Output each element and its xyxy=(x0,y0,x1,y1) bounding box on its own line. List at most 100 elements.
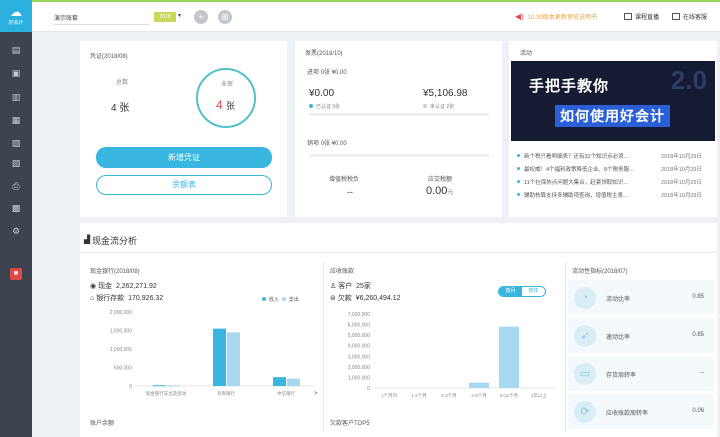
account-selector[interactable]: 演示账套 xyxy=(54,13,149,25)
owed-label: 欠款 xyxy=(337,295,352,302)
tax-burden-value: -- xyxy=(347,187,353,197)
bullet-icon xyxy=(517,193,520,196)
receivable-bar-chart[interactable]: 7,000,000 6,000,000 5,000,000 4,000,000 3,00… xyxy=(330,310,560,404)
report-icon[interactable]: ▧ xyxy=(10,137,22,149)
deposit-row: ⌂ 银行存款 170,926.32 xyxy=(90,293,163,303)
y-tick-label: 0 xyxy=(129,384,132,390)
x-tick-label: 1-2个月 xyxy=(411,393,427,399)
in-label: 进项 xyxy=(307,70,320,76)
sales-amount: ¥0.00 xyxy=(331,141,347,147)
ratio-value: 0.85 xyxy=(692,294,704,300)
cashflow-title: 现金流分析 xyxy=(92,236,138,246)
divider-1 xyxy=(323,262,324,432)
in-total: ¥0.00 xyxy=(309,88,335,99)
bar-expense xyxy=(287,378,300,386)
toggle-yearly[interactable]: 按年 xyxy=(522,287,545,296)
cash-row: ◉ 现金 2,262,271.92 xyxy=(90,281,157,291)
activity-title: 活动 xyxy=(520,51,533,57)
out-total: ¥5,106.98 xyxy=(423,88,468,99)
y-tick-label: 2,000,000 xyxy=(348,365,370,371)
cashflow-icon: ▟ xyxy=(84,235,91,244)
bullet-icon xyxy=(517,180,520,183)
uncertified-dot xyxy=(423,104,427,108)
online-service-button[interactable]: 在线客服 xyxy=(672,12,707,21)
update-notice[interactable]: ◀) 10.30版本更新预览说明书 xyxy=(515,12,597,21)
divider-2 xyxy=(565,262,566,432)
ratio-row[interactable]: ◔ 流动比率 0.85 xyxy=(568,280,714,315)
ratio-value: -- xyxy=(700,370,704,376)
period-toggle[interactable]: 按月 按年 xyxy=(498,286,546,297)
ratio-row[interactable]: ⟳ 应收账款周转率 0.06 xyxy=(568,394,714,429)
unaudited-value[interactable]: 4 张 xyxy=(216,98,235,112)
ratio-label: 应收账款周转率 xyxy=(606,411,649,417)
chevron-down-icon[interactable]: ▾ xyxy=(178,12,181,19)
settings-icon[interactable]: ⚙ xyxy=(10,225,22,237)
account-balance-title: 账户余额 xyxy=(90,421,115,427)
voucher-icon[interactable]: ▣ xyxy=(10,67,22,79)
gift-icon[interactable]: ■ xyxy=(10,268,22,280)
add-icon[interactable]: + xyxy=(194,10,208,24)
course-live-button[interactable]: 课程直播 xyxy=(624,12,659,21)
banner-line1: 手把手教你 xyxy=(529,78,610,95)
invoice-icon[interactable]: ▨ xyxy=(10,157,22,169)
voucher-card: 凭证(2018/08) 总数 4 张 未审 4 张 新增凭证 余额表 xyxy=(80,41,287,217)
ledger-icon[interactable]: ▦ xyxy=(10,114,22,126)
payable-unit: 元 xyxy=(447,190,454,196)
news-item[interactable]: 11个社保热点问题大集合，赶紧领取知识… 2018年10月29日 xyxy=(517,178,702,186)
certified-row: 已认证 0张 xyxy=(309,103,340,110)
y-tick-label: 2,000,000 xyxy=(110,310,132,316)
news-item[interactable]: 新个税只看明细表？还有32个知识点必须… 2018年10月29日 xyxy=(517,152,702,160)
money-icon: ⊜ xyxy=(330,295,336,302)
app-logo[interactable]: ☁ 好会计 xyxy=(0,0,32,32)
news-item[interactable]: 最权威！4个福利政策降低企业、8个税务服… 2018年10月29日 xyxy=(517,165,702,173)
deposit-label: 银行存款 xyxy=(96,295,125,302)
expense-dot xyxy=(281,297,286,301)
invoice-title: 发票(2018/10) xyxy=(305,51,343,57)
sales-count: 0张 xyxy=(320,141,331,147)
logo-label: 好会计 xyxy=(8,20,24,26)
tax-icon[interactable]: ▩ xyxy=(10,202,22,214)
bullet-icon xyxy=(517,154,520,157)
notice-text: 10.30版本更新预览说明书 xyxy=(527,15,597,21)
y-tick-label: 6,000,000 xyxy=(348,323,370,329)
y-tick-label: 1,000,000 xyxy=(348,375,370,381)
chart-next-arrow[interactable]: > xyxy=(314,391,318,397)
bank-bar-chart[interactable]: 2,000,000 1,500,000 1,000,000 500,000 0 现金银行支… xyxy=(90,308,322,404)
document-icon[interactable]: ▤ xyxy=(10,44,22,56)
unaudited-count: 4 xyxy=(216,98,223,112)
chart-icon[interactable]: ▥ xyxy=(10,91,22,103)
banner-badge: 2.0 xyxy=(670,65,707,95)
new-voucher-button[interactable]: 新增凭证 xyxy=(96,147,272,168)
x-tick-label: 2-3个月 xyxy=(441,393,457,399)
bar-income xyxy=(213,328,226,386)
bank-title: 现金银行(2018/08) xyxy=(90,269,140,275)
print-icon[interactable]: ⎙ xyxy=(10,180,22,192)
ratio-label: 存货周转率 xyxy=(606,373,637,379)
news-text: 辅助核算支持多辅助项查询，增值税主表… xyxy=(524,193,629,199)
legend-income: 收入 xyxy=(269,297,280,303)
cloud-icon: ☁ xyxy=(10,5,22,19)
top-accent xyxy=(32,0,720,2)
ratio-row[interactable]: ➶ 速动比率 0.85 xyxy=(568,318,714,353)
sidebar: ☁ 好会计 ▤ ▣ ▥ ▦ ▧ ▨ ⎙ ▩ ⚙ ■ xyxy=(0,0,32,437)
total-value[interactable]: 4 张 xyxy=(111,99,129,114)
certified-dot xyxy=(309,104,313,108)
promo-banner[interactable]: 2.0 手把手教你 如何使用好会计 xyxy=(511,61,715,141)
balance-sheet-button[interactable]: 余额表 xyxy=(96,175,272,195)
apps-icon[interactable]: ⊞ xyxy=(218,10,232,24)
cycle-icon: ⟳ xyxy=(574,401,596,423)
toggle-monthly[interactable]: 按月 xyxy=(499,287,522,296)
ratio-row[interactable]: ▭ 存货周转率 -- xyxy=(568,356,714,391)
news-item[interactable]: 辅助核算支持多辅助项查询，增值税主表… 2018年10月29日 xyxy=(517,191,702,199)
in-progress-bar xyxy=(309,113,489,116)
x-tick-label: 3-6个月 xyxy=(471,393,487,399)
in-amount: ¥0.00 xyxy=(331,70,347,76)
period-badge[interactable]: 2018 xyxy=(154,12,176,22)
rocket-icon: ➶ xyxy=(574,325,596,347)
invoice-card: 发票(2018/10) 进项 0张 ¥0.00 ¥0.00 已认证 0张 ¥5,… xyxy=(295,41,502,217)
receivable-title: 应收账款 xyxy=(330,269,355,275)
certified-label: 已认证 xyxy=(316,104,332,110)
bar-expense xyxy=(167,385,180,387)
news-date: 2018年10月29日 xyxy=(661,154,702,160)
ratio-label: 流动比率 xyxy=(606,297,631,303)
